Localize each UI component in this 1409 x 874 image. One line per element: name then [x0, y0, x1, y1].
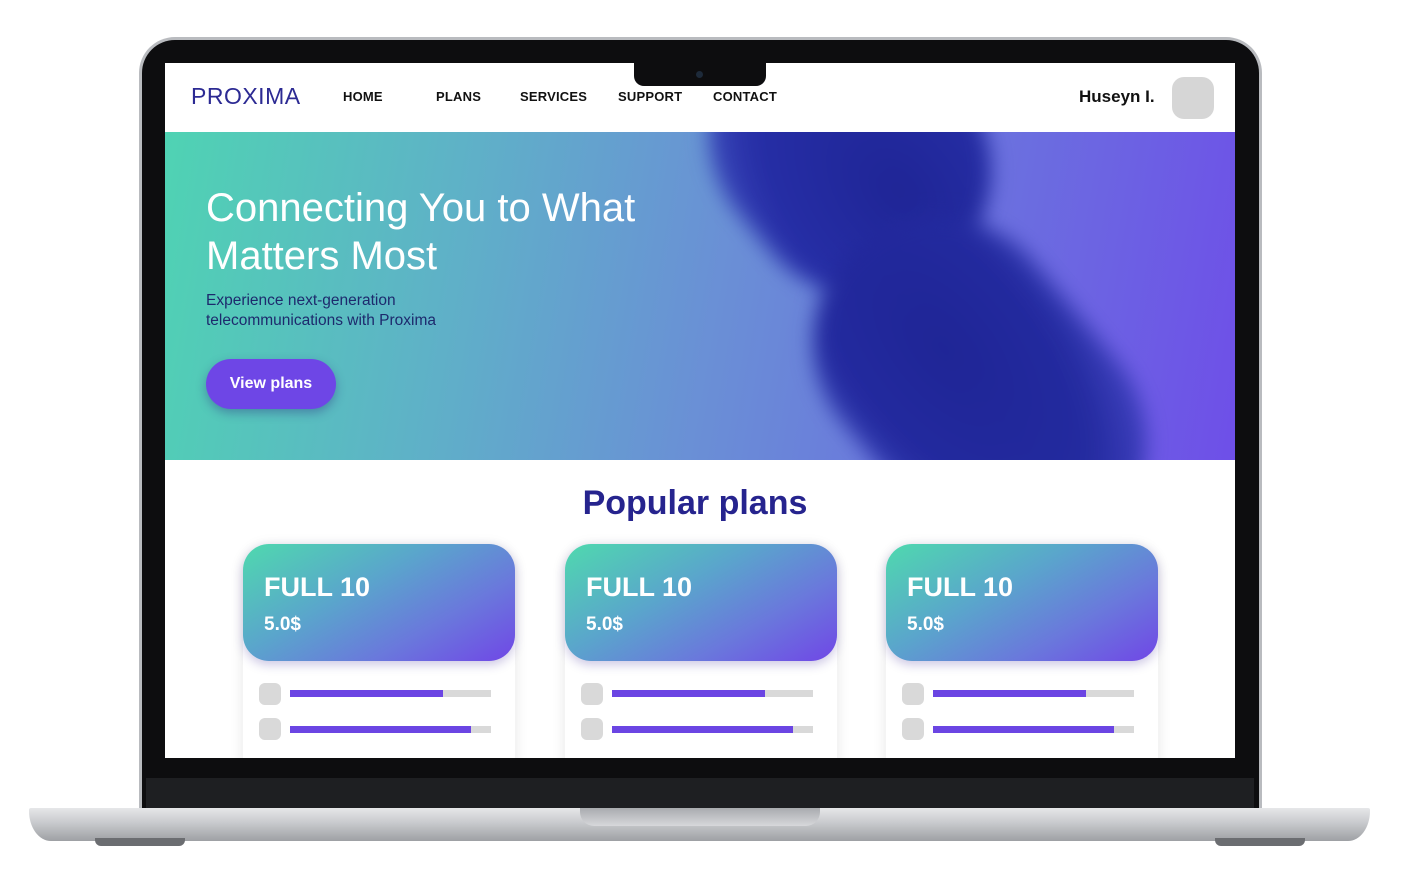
nav-link-home[interactable]: HOME [343, 89, 383, 104]
feature-checkbox[interactable] [902, 683, 924, 705]
proxima-logo[interactable]: PROXIMA [191, 83, 301, 110]
feature-bar [933, 690, 1134, 697]
feature-bar-fill [290, 726, 471, 733]
feature-bar [933, 726, 1134, 733]
plan-card[interactable]: FULL 10 5.0$ [243, 544, 515, 758]
feature-checkbox[interactable] [581, 683, 603, 705]
laptop-mockup: PROXIMA HOME PLANS SERVICES SUPPORT CONT… [0, 0, 1409, 874]
plan-price: 5.0$ [264, 614, 301, 635]
laptop-foot-left [95, 838, 185, 846]
feature-bar [290, 726, 491, 733]
plan-price: 5.0$ [586, 614, 623, 635]
hero-banner: Connecting You to What Matters Most Expe… [165, 132, 1235, 460]
camera-icon [696, 71, 703, 78]
feature-checkbox[interactable] [581, 718, 603, 740]
feature-bar-fill [933, 690, 1086, 697]
plan-price: 5.0$ [907, 614, 944, 635]
feature-bar-fill [612, 726, 793, 733]
user-name[interactable]: Huseyn I. [1079, 87, 1155, 107]
feature-checkbox[interactable] [902, 718, 924, 740]
nav-link-contact[interactable]: CONTACT [713, 89, 777, 104]
view-plans-button[interactable]: View plans [206, 359, 336, 409]
feature-checkbox[interactable] [259, 718, 281, 740]
feature-bar-fill [933, 726, 1114, 733]
plan-card[interactable]: FULL 10 5.0$ [565, 544, 837, 758]
popular-plans-heading: Popular plans [582, 484, 808, 522]
plan-card-header: FULL 10 5.0$ [243, 544, 515, 661]
feature-bar [612, 690, 813, 697]
avatar[interactable] [1172, 77, 1214, 119]
nav-link-services[interactable]: SERVICES [520, 89, 587, 104]
plan-card[interactable]: FULL 10 5.0$ [886, 544, 1158, 758]
hero-title: Connecting You to What Matters Most [206, 186, 636, 278]
laptop-foot-right [1215, 838, 1305, 846]
feature-bar [612, 726, 813, 733]
plan-card-header: FULL 10 5.0$ [886, 544, 1158, 661]
plan-name: FULL 10 [264, 572, 371, 602]
plan-card-header: FULL 10 5.0$ [565, 544, 837, 661]
nav-link-support[interactable]: SUPPORT [618, 89, 682, 104]
hero-subtitle: Experience next-generation telecommunica… [206, 292, 437, 329]
feature-bar [290, 690, 491, 697]
browser-screen: PROXIMA HOME PLANS SERVICES SUPPORT CONT… [165, 63, 1235, 758]
feature-checkbox[interactable] [259, 683, 281, 705]
feature-bar-fill [290, 690, 443, 697]
plan-name: FULL 10 [586, 572, 693, 602]
feature-bar-fill [612, 690, 765, 697]
laptop-bezel-bottom [146, 778, 1254, 810]
nav-link-plans[interactable]: PLANS [436, 89, 481, 104]
plan-name: FULL 10 [907, 572, 1014, 602]
camera-notch [634, 63, 766, 86]
laptop-opening-notch [580, 808, 820, 826]
logo-text: PROXIMA [191, 83, 301, 109]
